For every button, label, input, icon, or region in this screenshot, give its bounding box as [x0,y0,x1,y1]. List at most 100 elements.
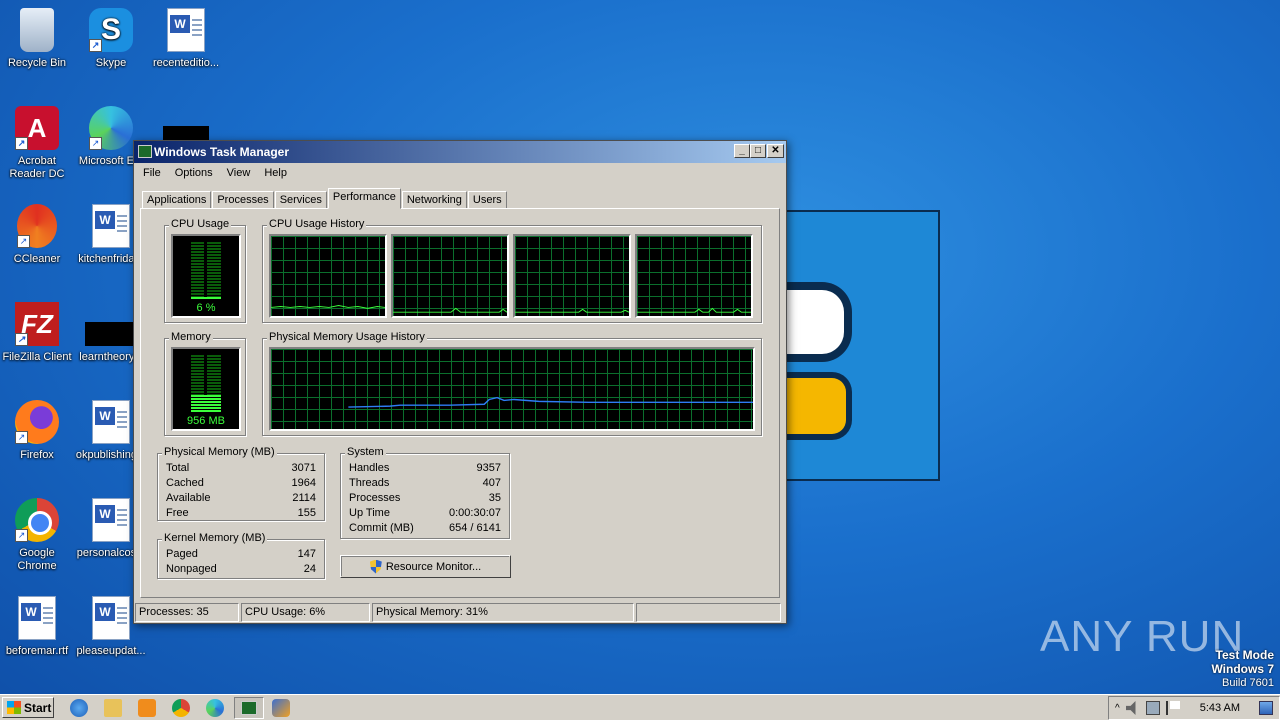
background-app-window[interactable] [780,210,940,481]
tab-users[interactable]: Users [467,191,507,209]
stat-uptime: Up Time 0:00:30:07 [349,507,501,519]
edge-taskbar-icon[interactable] [206,699,224,717]
uac-shield-icon [369,559,382,574]
filezilla-icon: FZ ↗ [15,302,59,346]
desktop-icon-label: Skype [95,57,127,69]
word-document-icon: W [18,596,56,640]
task-manager-icon [138,145,152,158]
start-button[interactable]: Start [2,697,54,718]
menu-bar: File Options View Help [134,163,786,183]
menu-help[interactable]: Help [257,167,294,179]
tab-performance[interactable]: Performance [327,188,401,209]
menu-options[interactable]: Options [168,167,220,179]
menu-file[interactable]: File [136,167,168,179]
desktop-icon-acrobat[interactable]: A ↗ Acrobat Reader DC [0,106,74,181]
menu-view[interactable]: View [220,167,258,179]
file-explorer-icon[interactable] [104,699,122,717]
build-line: Build 7601 [1222,677,1274,689]
show-hidden-icons-icon[interactable]: ^ [1115,703,1120,714]
memory-history-group: Physical Memory Usage History [262,331,762,436]
show-desktop-icon[interactable] [1259,701,1273,715]
title-bar[interactable]: Windows Task Manager _ □ ✕ [134,141,786,163]
action-center-flag-icon[interactable] [1165,701,1180,715]
system-label: System [345,446,386,458]
memory-value: 956 MB [187,415,225,427]
task-manager-taskbar-button[interactable] [234,697,264,719]
task-manager-window[interactable]: Windows Task Manager _ □ ✕ File Options … [133,140,787,624]
desktop-icon-firefox[interactable]: ↗ Firefox [0,400,74,462]
tab-networking[interactable]: Networking [401,191,467,209]
desktop-icon-label: FileZilla Client [2,351,72,363]
system-group: System Handles 9357 Threads 407 Processes 3… [340,446,510,539]
desktop-icon-skype[interactable]: S ↗ Skype [74,8,148,70]
desktop-icon-label: CCleaner [13,253,61,265]
desktop-icon-label: pleaseupdat... [76,645,146,657]
acrobat-icon: A ↗ [15,106,59,150]
network-icon[interactable] [1145,701,1160,715]
resource-monitor-label: Resource Monitor... [385,560,482,573]
stat-free: Free 155 [166,507,316,519]
maximize-button[interactable]: □ [750,144,766,158]
desktop-icon-beforemar[interactable]: W beforemar.rtf [0,596,74,658]
word-document-icon: W [167,8,205,52]
desktop-icon-ccleaner[interactable]: ↗ CCleaner [0,204,74,266]
black-thumbnail-icon [163,126,209,140]
word-document-icon: W [92,400,130,444]
stat-handles: Handles 9357 [349,462,501,474]
media-player-icon[interactable] [138,699,156,717]
close-button[interactable]: ✕ [767,144,784,158]
desktop-icon-label: Acrobat Reader DC [9,155,65,180]
system-tray: ^ 5:43 AM [1108,696,1280,720]
cpu-history-graph-core-4 [635,234,753,318]
desktop-icon-recycle-bin[interactable]: Recycle Bin [0,8,74,70]
desktop-icon-label: beforemar.rtf [5,645,69,657]
cpu-history-graph-core-3 [513,234,631,318]
cpu-history-graph-core-1 [269,234,387,318]
test-mode-line: Test Mode [1215,648,1274,662]
cpu-history-group: CPU Usage History [262,218,762,323]
resource-monitor-button[interactable]: Resource Monitor... [340,555,511,578]
tab-applications[interactable]: Applications [142,191,212,209]
chrome-taskbar-icon[interactable] [172,699,190,717]
window-title: Windows Task Manager [154,145,290,159]
status-processes: Processes: 35 [135,603,239,622]
cpu-usage-group: CPU Usage 6 % [164,218,246,323]
memory-label: Memory [169,331,213,343]
stat-commit: Commit (MB) 654 / 6141 [349,522,501,534]
stat-available: Available 2114 [166,492,316,504]
status-cpu: CPU Usage: 6% [241,603,370,622]
clock[interactable]: 5:43 AM [1200,702,1240,714]
memory-meter: 956 MB [171,347,241,431]
minimize-button[interactable]: _ [734,144,750,158]
stat-nonpaged: Nonpaged 24 [166,563,316,575]
kernel-memory-label: Kernel Memory (MB) [162,532,268,544]
memory-history-label: Physical Memory Usage History [267,331,427,343]
skype-icon: S ↗ [89,8,133,52]
volume-icon[interactable] [1125,701,1136,715]
desktop-icon-chrome[interactable]: ↗ Google Chrome [0,498,74,573]
kernel-memory-group: Kernel Memory (MB) Paged 147 Nonpaged 24 [157,532,325,579]
task-manager-icon [241,701,257,715]
stat-threads: Threads 407 [349,477,501,489]
memory-history-graph [269,347,755,431]
tab-services[interactable]: Services [274,191,327,209]
word-document-icon: W [92,596,130,640]
app-taskbar-icon[interactable] [272,699,290,717]
desktop-icon-label: Firefox [20,449,54,461]
tab-processes[interactable]: Processes [212,191,274,209]
internet-explorer-icon[interactable] [70,699,88,717]
start-label: Start [24,700,52,715]
cpu-history-graph-core-2 [391,234,509,318]
stat-paged: Paged 147 [166,548,316,560]
windows-logo-icon [7,701,21,714]
memory-group: Memory 956 MB [164,331,246,436]
status-memory: Physical Memory: 31% [372,603,634,622]
tab-strip: Applications Processes Services Performa… [142,188,508,209]
chrome-icon: ↗ [15,498,59,542]
desktop-icon-recentedition[interactable]: W recenteditio... [149,8,223,70]
firefox-icon: ↗ [15,400,59,444]
desktop-icon-filezilla[interactable]: FZ ↗ FileZilla Client [0,302,74,364]
status-empty [636,603,781,622]
cpu-history-label: CPU Usage History [267,218,367,230]
word-document-icon: W [92,204,130,248]
